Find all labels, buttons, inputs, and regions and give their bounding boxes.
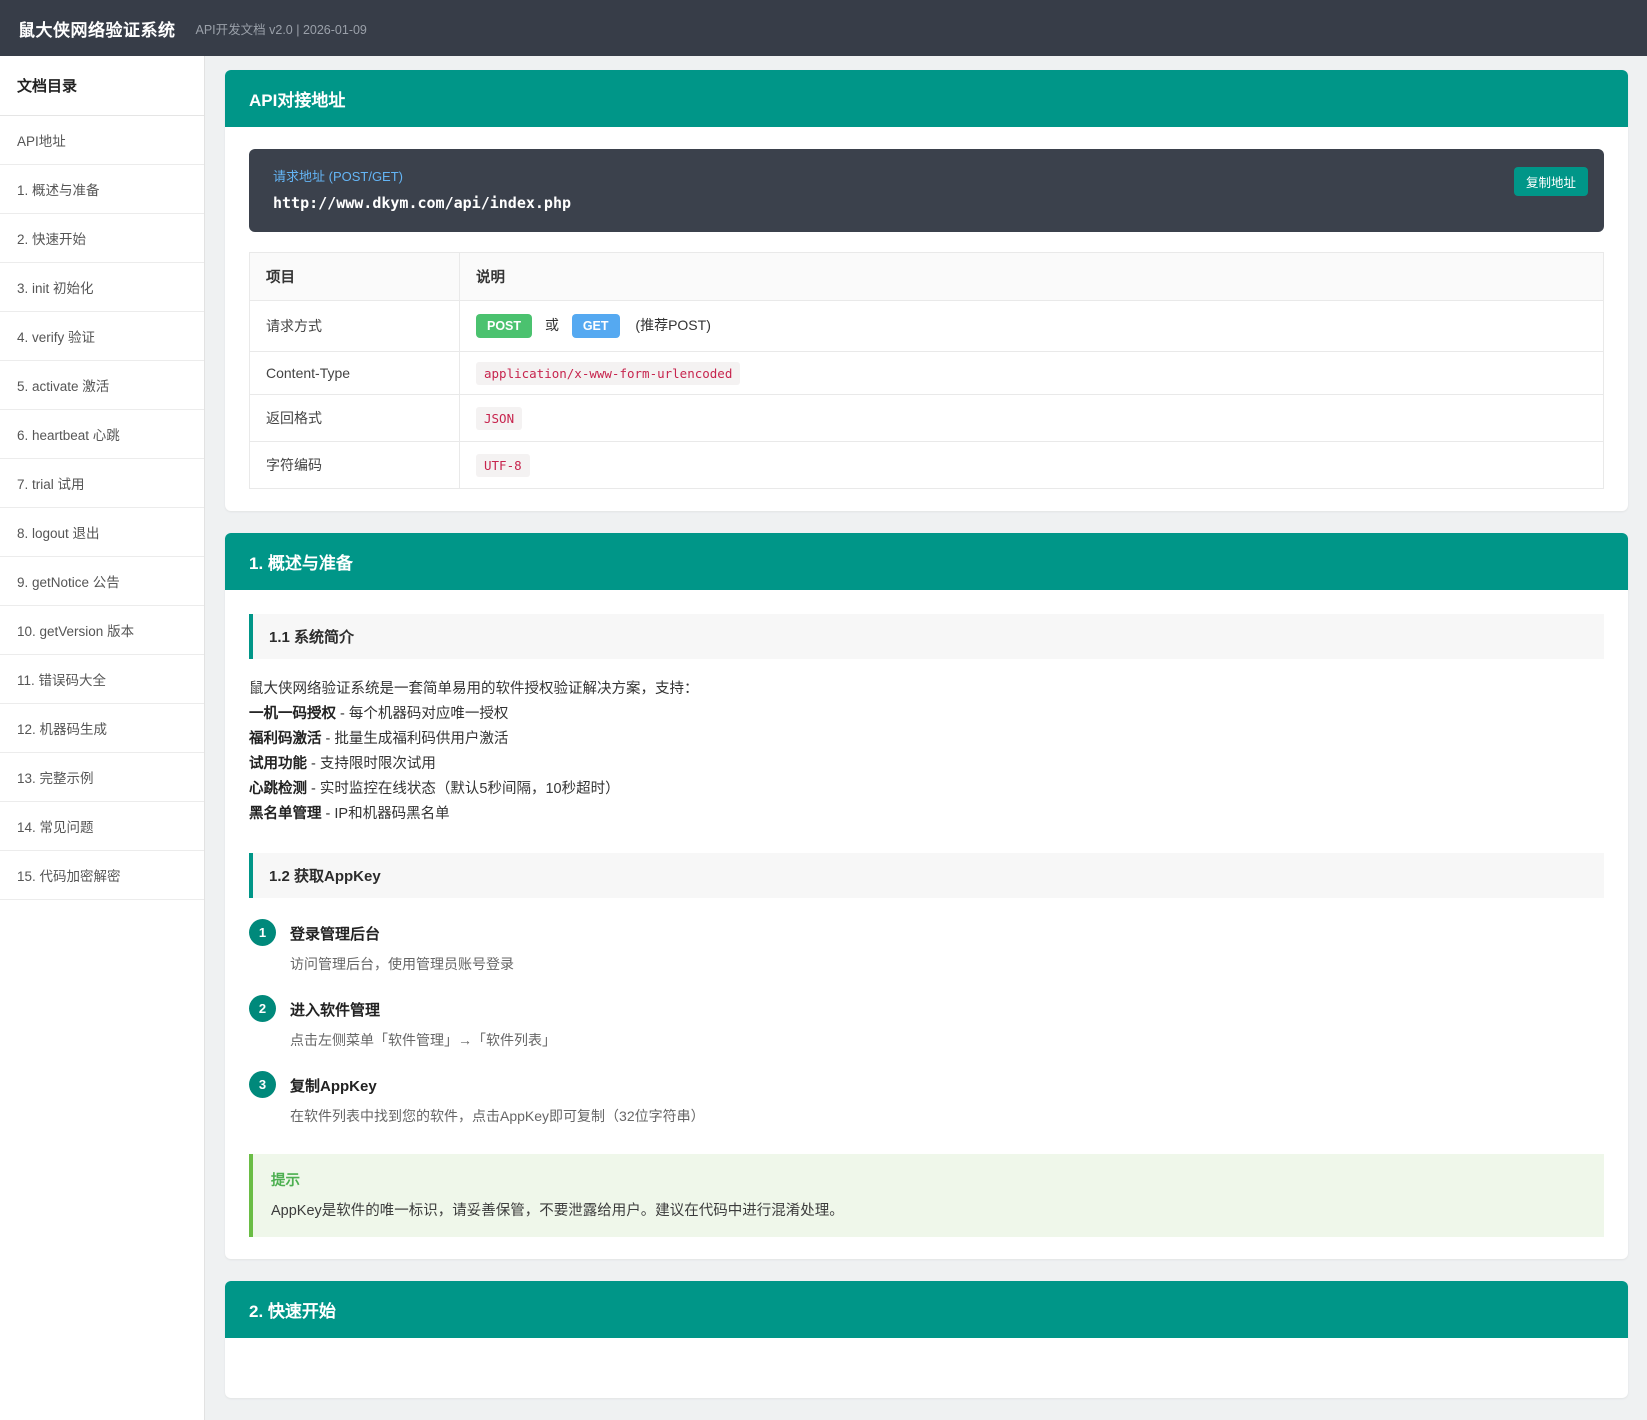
endpoint-url: http://www.dkym.com/api/index.php <box>273 194 1580 212</box>
charset-code: UTF-8 <box>476 454 530 477</box>
step-1-desc: 访问管理后台，使用管理员账号登录 <box>290 954 514 974</box>
feature-line: 一机一码授权 - 每个机器码对应唯一授权 <box>249 702 1604 727</box>
step-3-title: 复制AppKey <box>290 1071 705 1096</box>
sidebar-item-init[interactable]: 3. init 初始化 <box>0 263 204 312</box>
feature-desc: - 批量生成福利码供用户激活 <box>322 731 509 747</box>
table-row-return-format: 返回格式 JSON <box>250 395 1604 442</box>
feature-line: 试用功能 - 支持限时限次试用 <box>249 752 1604 777</box>
or-text: 或 <box>545 317 559 333</box>
charset-label: 字符编码 <box>250 442 460 489</box>
step-2-desc: 点击左侧菜单「软件管理」→「软件列表」 <box>290 1030 556 1050</box>
sidebar-item-getnotice[interactable]: 9. getNotice 公告 <box>0 557 204 606</box>
page-layout: 文档目录 API地址 1. 概述与准备 2. 快速开始 3. init 初始化 … <box>0 56 1647 1420</box>
sidebar-item-full-example[interactable]: 13. 完整示例 <box>0 753 204 802</box>
sidebar-item-activate[interactable]: 5. activate 激活 <box>0 361 204 410</box>
get-badge: GET <box>572 314 620 338</box>
sidebar-item-logout[interactable]: 8. logout 退出 <box>0 508 204 557</box>
step-1-title: 登录管理后台 <box>290 919 514 944</box>
feature-desc: - 每个机器码对应唯一授权 <box>336 706 508 722</box>
step-2-title: 进入软件管理 <box>290 995 556 1020</box>
subsection-1-2-title: 1.2 获取AppKey <box>249 853 1604 898</box>
quickstart-card-header: 2. 快速开始 <box>225 1281 1628 1338</box>
content-type-code: application/x-www-form-urlencoded <box>476 362 740 385</box>
tip-text: AppKey是软件的唯一标识，请妥善保管，不要泄露给用户。建议在代码中进行混淆处… <box>271 1199 1586 1220</box>
endpoint-code-block: 请求地址 (POST/GET) http://www.dkym.com/api/… <box>249 149 1604 232</box>
step-3: 3 复制AppKey 在软件列表中找到您的软件，点击AppKey即可复制（32位… <box>249 1071 1604 1126</box>
feature-name: 心跳检测 <box>249 781 307 797</box>
feature-desc: - 支持限时限次试用 <box>307 756 436 772</box>
step-2: 2 进入软件管理 点击左侧菜单「软件管理」→「软件列表」 <box>249 995 1604 1050</box>
quickstart-card: 2. 快速开始 <box>225 1281 1628 1398</box>
method-value: POST 或 GET (推荐POST) <box>460 301 1604 352</box>
sidebar-item-encryption[interactable]: 15. 代码加密解密 <box>0 851 204 900</box>
step-2-number: 2 <box>249 995 276 1022</box>
feature-line: 福利码激活 - 批量生成福利码供用户激活 <box>249 727 1604 752</box>
feature-name: 福利码激活 <box>249 731 322 747</box>
sidebar: 文档目录 API地址 1. 概述与准备 2. 快速开始 3. init 初始化 … <box>0 56 205 1420</box>
feature-line: 黑名单管理 - IP和机器码黑名单 <box>249 802 1604 827</box>
step-1: 1 登录管理后台 访问管理后台，使用管理员账号登录 <box>249 919 1604 974</box>
endpoint-label: 请求地址 (POST/GET) <box>273 166 1580 185</box>
sidebar-heading: 文档目录 <box>0 56 204 116</box>
table-row-charset: 字符编码 UTF-8 <box>250 442 1604 489</box>
api-address-card: API对接地址 请求地址 (POST/GET) http://www.dkym.… <box>225 70 1628 511</box>
copy-address-button[interactable]: 复制地址 <box>1514 167 1588 196</box>
step-3-desc: 在软件列表中找到您的软件，点击AppKey即可复制（32位字符串） <box>290 1106 705 1126</box>
app-title: 鼠大侠网络验证系统 <box>18 16 176 41</box>
sidebar-item-getversion[interactable]: 10. getVersion 版本 <box>0 606 204 655</box>
post-badge: POST <box>476 314 532 338</box>
method-label: 请求方式 <box>250 301 460 352</box>
feature-name: 试用功能 <box>249 756 307 772</box>
table-header-row: 项目 说明 <box>250 253 1604 301</box>
sidebar-item-heartbeat[interactable]: 6. heartbeat 心跳 <box>0 410 204 459</box>
step-3-number: 3 <box>249 1071 276 1098</box>
system-intro-paragraph: 鼠大侠网络验证系统是一套简单易用的软件授权验证解决方案，支持： 一机一码授权 -… <box>249 677 1604 827</box>
table-row-method: 请求方式 POST 或 GET (推荐POST) <box>250 301 1604 352</box>
api-info-table: 项目 说明 请求方式 POST 或 GET (推荐POST) <box>249 252 1604 489</box>
sidebar-item-faq[interactable]: 14. 常见问题 <box>0 802 204 851</box>
overview-card: 1. 概述与准备 1.1 系统简介 鼠大侠网络验证系统是一套简单易用的软件授权验… <box>225 533 1628 1259</box>
sidebar-item-verify[interactable]: 4. verify 验证 <box>0 312 204 361</box>
sidebar-item-machine-code[interactable]: 12. 机器码生成 <box>0 704 204 753</box>
return-format-value: JSON <box>460 395 1604 442</box>
app-subtitle: API开发文档 v2.0 | 2026-01-09 <box>196 19 367 38</box>
feature-name: 黑名单管理 <box>249 806 322 822</box>
feature-desc: - IP和机器码黑名单 <box>322 806 450 822</box>
main-content: API对接地址 请求地址 (POST/GET) http://www.dkym.… <box>205 56 1647 1420</box>
method-note: (推荐POST) <box>635 317 710 333</box>
overview-card-header: 1. 概述与准备 <box>225 533 1628 590</box>
sidebar-item-trial[interactable]: 7. trial 试用 <box>0 459 204 508</box>
subsection-1-1-title: 1.1 系统简介 <box>249 614 1604 659</box>
sidebar-item-error-codes[interactable]: 11. 错误码大全 <box>0 655 204 704</box>
tip-label: 提示 <box>271 1169 1586 1190</box>
sidebar-item-quickstart[interactable]: 2. 快速开始 <box>0 214 204 263</box>
col-header-item: 项目 <box>250 253 460 301</box>
feature-line: 心跳检测 - 实时监控在线状态（默认5秒间隔，10秒超时） <box>249 777 1604 802</box>
return-format-code: JSON <box>476 407 522 430</box>
feature-desc: - 实时监控在线状态（默认5秒间隔，10秒超时） <box>307 781 620 797</box>
api-address-card-header: API对接地址 <box>225 70 1628 127</box>
sidebar-item-overview[interactable]: 1. 概述与准备 <box>0 165 204 214</box>
content-type-label: Content-Type <box>250 352 460 395</box>
feature-name: 一机一码授权 <box>249 706 336 722</box>
intro-line: 鼠大侠网络验证系统是一套简单易用的软件授权验证解决方案，支持： <box>249 677 1604 702</box>
step-1-number: 1 <box>249 919 276 946</box>
overview-card-body: 1.1 系统简介 鼠大侠网络验证系统是一套简单易用的软件授权验证解决方案，支持：… <box>225 590 1628 1259</box>
return-format-label: 返回格式 <box>250 395 460 442</box>
sidebar-item-api-address[interactable]: API地址 <box>0 116 204 165</box>
col-header-desc: 说明 <box>460 253 1604 301</box>
topbar: 鼠大侠网络验证系统 API开发文档 v2.0 | 2026-01-09 <box>0 0 1647 56</box>
tip-box: 提示 AppKey是软件的唯一标识，请妥善保管，不要泄露给用户。建议在代码中进行… <box>249 1154 1604 1237</box>
content-type-value: application/x-www-form-urlencoded <box>460 352 1604 395</box>
charset-value: UTF-8 <box>460 442 1604 489</box>
table-row-content-type: Content-Type application/x-www-form-urle… <box>250 352 1604 395</box>
api-address-card-body: 请求地址 (POST/GET) http://www.dkym.com/api/… <box>225 127 1628 511</box>
quickstart-card-body <box>225 1338 1628 1398</box>
